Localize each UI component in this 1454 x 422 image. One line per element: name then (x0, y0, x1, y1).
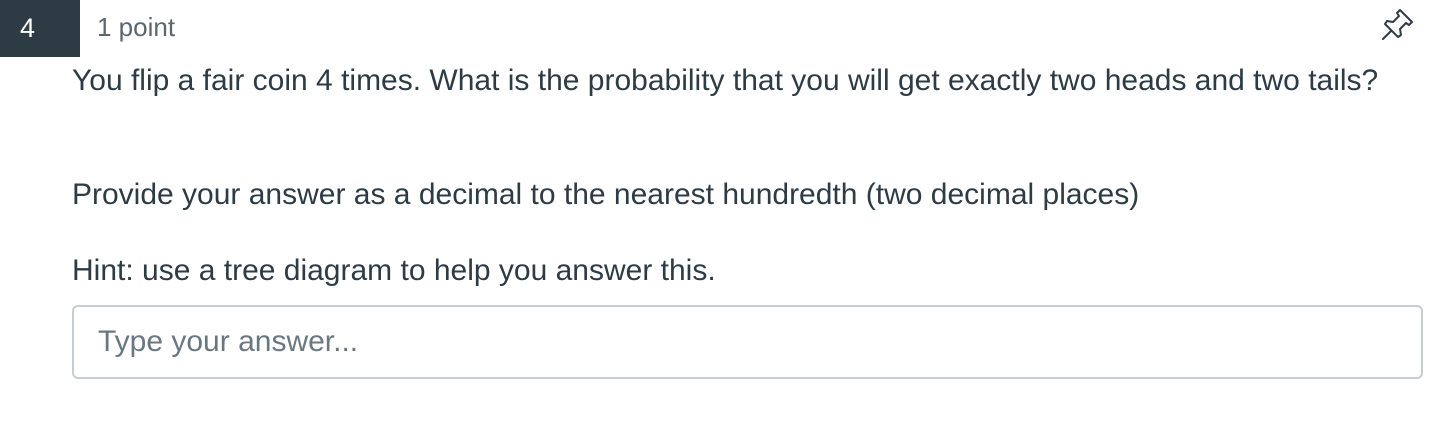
answer-input[interactable] (72, 305, 1423, 379)
question-text: You flip a fair coin 4 times. What is th… (72, 64, 1379, 97)
question-hint: Hint: use a tree diagram to help you ans… (72, 254, 716, 287)
quiz-question-card: 4 1 point You flip a fair coin 4 times. … (0, 0, 1454, 422)
question-instruction: Provide your answer as a decimal to the … (72, 178, 1140, 211)
question-points: 1 point (97, 12, 176, 42)
question-number-badge: 4 (0, 0, 80, 57)
pin-icon (1382, 9, 1413, 40)
pin-question-button[interactable] (1378, 4, 1418, 44)
